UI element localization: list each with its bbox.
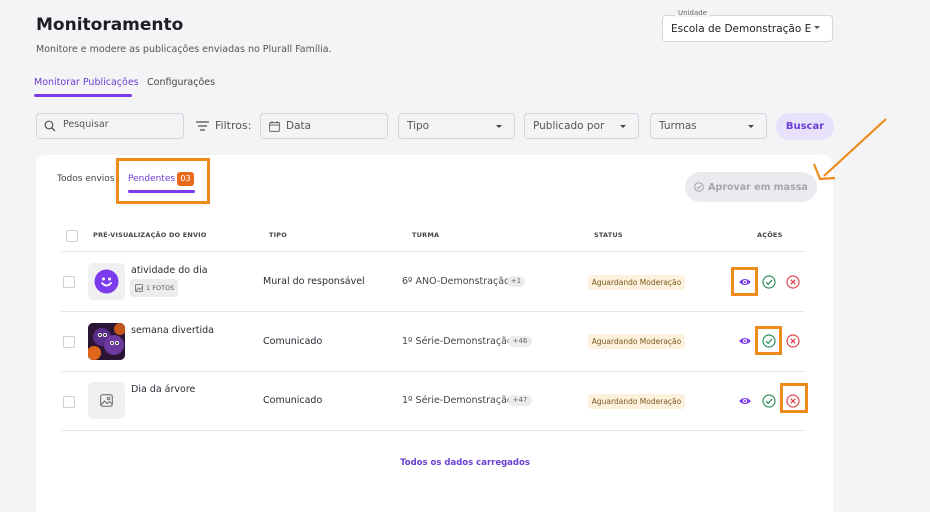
search-field[interactable] — [36, 113, 184, 139]
post-type: Mural do responsável — [263, 276, 365, 287]
unit-select-value: Escola de Demonstração Ed — [671, 23, 811, 35]
table-divider — [61, 430, 805, 431]
status-badge: Aguardando Moderação — [588, 394, 685, 409]
reject-x-icon[interactable] — [786, 275, 800, 289]
preview-thumbnail[interactable] — [88, 323, 125, 360]
filter-lines-icon — [196, 120, 209, 131]
table-divider — [61, 371, 805, 372]
view-eye-icon[interactable] — [738, 334, 752, 348]
smiley-logo-icon — [94, 269, 119, 294]
caret-down-icon — [814, 26, 820, 29]
status-badge: Aguardando Moderação — [588, 275, 685, 290]
search-input[interactable] — [63, 119, 178, 130]
post-class: 6º ANO-Demonstração — [402, 276, 510, 287]
classes-placeholder: Turmas — [659, 120, 697, 132]
approve-check-icon[interactable] — [762, 394, 776, 408]
image-icon — [135, 284, 143, 292]
filters-label-text: Filtros: — [215, 119, 252, 132]
row-checkbox[interactable] — [63, 336, 75, 348]
check-circle-icon — [694, 182, 704, 192]
row-checkbox[interactable] — [63, 396, 75, 408]
preview-thumbnail[interactable] — [88, 382, 125, 419]
caret-down-icon — [620, 125, 626, 128]
post-class: 1º Série-Demonstração — [402, 395, 513, 406]
view-eye-icon[interactable] — [738, 394, 752, 408]
published-by-placeholder: Publicado por — [533, 120, 605, 132]
highlight-box-approve — [755, 326, 782, 355]
column-header-type: TIPO — [269, 231, 287, 239]
search-icon — [44, 120, 56, 132]
image-placeholder-icon — [100, 394, 113, 407]
highlight-box-reject — [780, 383, 808, 413]
unit-select-label: Unidade — [675, 9, 710, 17]
tab-configuracoes[interactable]: Configurações — [147, 77, 215, 88]
all-data-loaded-note: Todos os dados carregados — [400, 458, 530, 468]
row-checkbox[interactable] — [63, 276, 75, 288]
page-subtitle: Monitore e modere as publicações enviada… — [36, 44, 332, 55]
tab-underline — [34, 94, 132, 97]
mass-approve-button[interactable]: Aprovar em massa — [685, 172, 817, 202]
select-all-checkbox[interactable] — [66, 230, 78, 242]
tab-monitorar-publicacoes[interactable]: Monitorar Publicações — [34, 77, 139, 88]
tab-todos-envios[interactable]: Todos envios — [57, 174, 115, 184]
post-title: atividade do dia — [131, 265, 208, 276]
post-type: Comunicado — [263, 336, 323, 347]
preview-thumbnail[interactable] — [88, 263, 125, 300]
page-title: Monitoramento — [36, 15, 184, 35]
type-select-placeholder: Tipo — [407, 120, 430, 132]
purple-creatures-image — [88, 323, 125, 360]
caret-down-icon — [496, 125, 502, 128]
post-title: Dia da árvore — [131, 384, 196, 395]
column-header-actions: AÇÕES — [757, 231, 783, 239]
date-field[interactable]: Data — [260, 113, 388, 139]
highlight-box-view — [731, 267, 758, 296]
photos-badge: 1 FOTOS — [130, 279, 178, 297]
column-header-preview: PRÉ-VISUALIZAÇÃO DO ENVIO — [93, 231, 207, 239]
more-classes-badge: +47 — [508, 395, 532, 406]
table-divider — [61, 311, 805, 312]
filters-label: Filtros: — [196, 119, 251, 132]
classes-select[interactable]: Turmas — [650, 113, 767, 139]
post-title: semana divertida — [131, 325, 214, 336]
status-badge: Aguardando Moderação — [588, 334, 685, 349]
mass-approve-label: Aprovar em massa — [708, 181, 808, 193]
highlight-box-pending-tab — [116, 158, 210, 204]
reject-x-icon[interactable] — [786, 334, 800, 348]
photos-count: 1 FOTOS — [146, 284, 175, 292]
date-placeholder: Data — [286, 120, 312, 132]
post-class: 1º Série-Demonstração — [402, 336, 513, 347]
annotation-arrow — [812, 118, 887, 181]
column-header-turma: TURMA — [412, 231, 440, 239]
approve-check-icon[interactable] — [762, 275, 776, 289]
more-classes-badge: +1 — [507, 276, 525, 287]
calendar-icon — [269, 121, 280, 132]
published-by-select[interactable]: Publicado por — [524, 113, 639, 139]
unit-select[interactable]: Unidade Escola de Demonstração Ed — [662, 9, 833, 42]
table-divider — [61, 251, 805, 252]
more-classes-badge: +46 — [508, 336, 532, 347]
column-header-status: STATUS — [594, 231, 623, 239]
type-select[interactable]: Tipo — [398, 113, 515, 139]
caret-down-icon — [748, 125, 754, 128]
post-type: Comunicado — [263, 395, 323, 406]
